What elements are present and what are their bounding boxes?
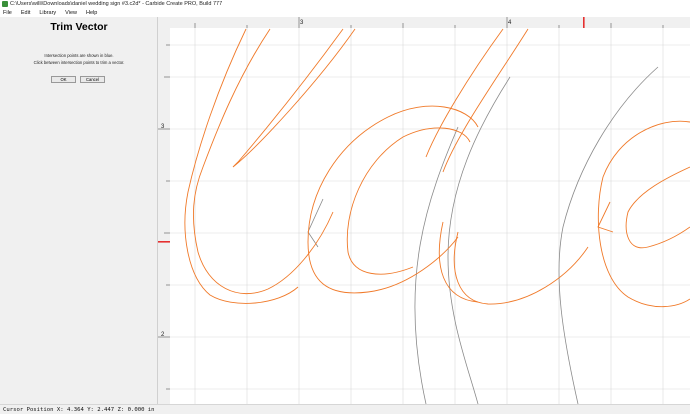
left-ruler-cursor-marker [158, 241, 170, 243]
menu-file[interactable]: File [3, 10, 12, 16]
design-canvas[interactable]: 3 4 3 2 [158, 17, 690, 405]
cursor-position-readout: Cursor Position X: 4.364 Y: 2.447 Z: 0.0… [3, 406, 155, 413]
app-icon [2, 1, 8, 7]
trim-vector-panel: Trim Vector Intersection points are show… [0, 17, 158, 404]
menu-view[interactable]: View [65, 10, 77, 16]
instruction-line-2: Click between intersection points to tri… [33, 60, 125, 65]
menu-help[interactable]: Help [86, 10, 97, 16]
instruction-line-1: Intersection points are shown in blue. [44, 53, 114, 58]
status-bar: Cursor Position X: 4.364 Y: 2.447 Z: 0.0… [0, 404, 690, 414]
canvas-svg[interactable]: 3 4 3 2 [158, 17, 690, 405]
ok-button[interactable]: OK [51, 76, 76, 83]
left-ruler [158, 17, 170, 404]
top-ruler-cursor-marker [583, 17, 585, 28]
cancel-button[interactable]: Cancel [80, 76, 105, 83]
window-title: C:\Users\willi\Downloads\daniel wedding … [10, 1, 223, 7]
menu-bar: File Edit Library View Help [0, 8, 690, 17]
top-ruler [170, 17, 690, 28]
menu-edit[interactable]: Edit [21, 10, 30, 16]
panel-title: Trim Vector [50, 21, 108, 33]
title-bar: C:\Users\willi\Downloads\daniel wedding … [0, 0, 690, 8]
menu-library[interactable]: Library [39, 10, 56, 16]
